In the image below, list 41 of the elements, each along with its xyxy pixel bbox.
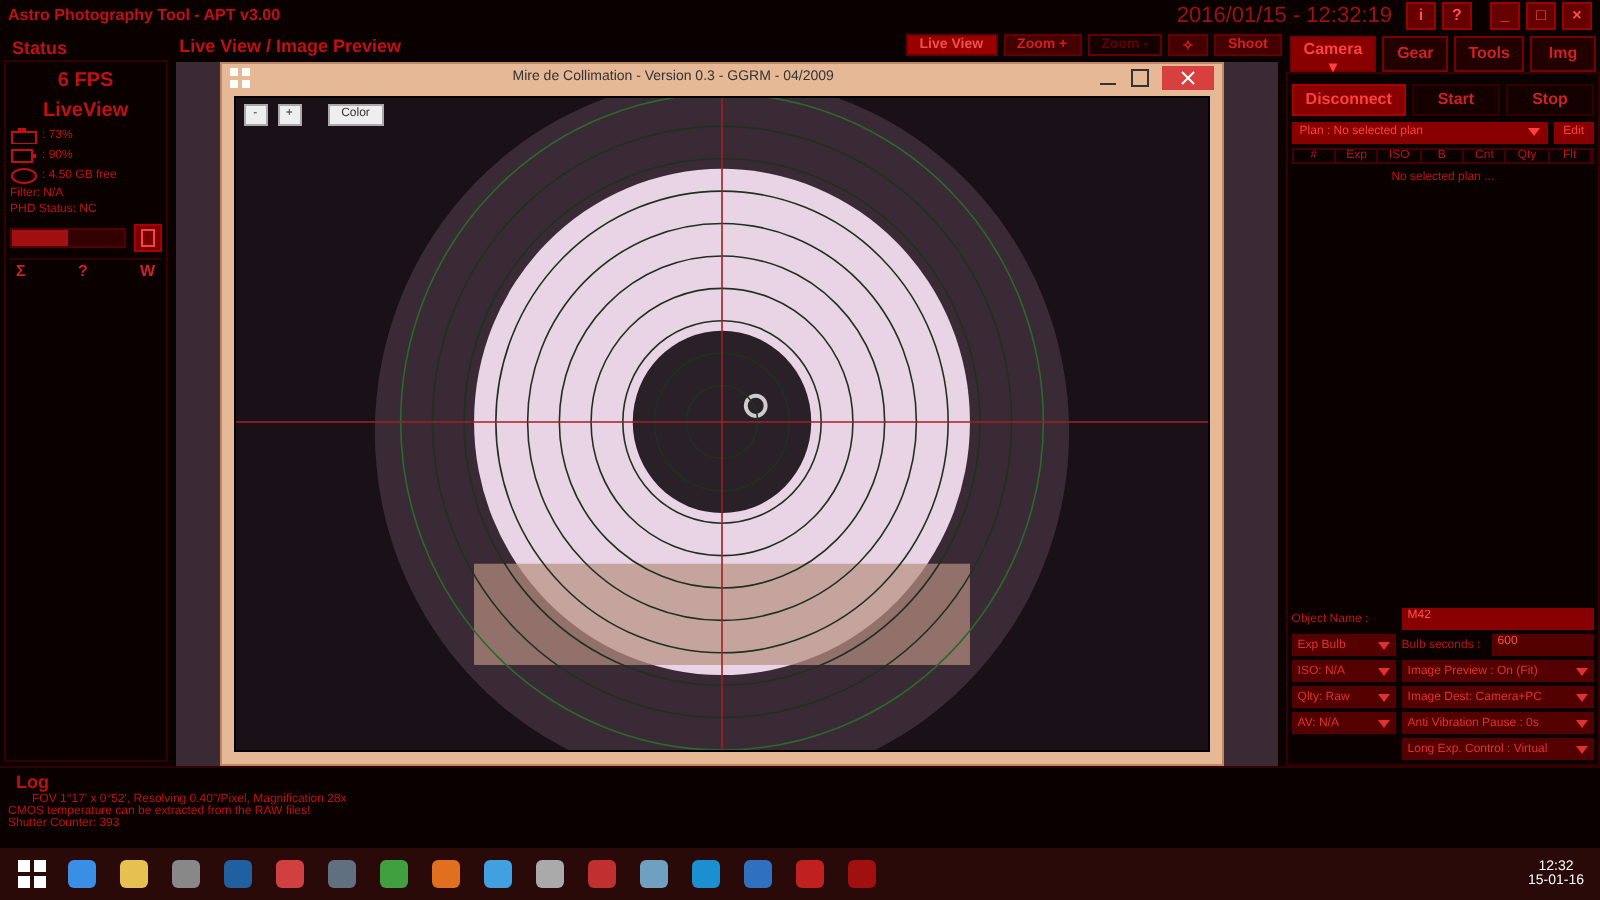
tool-button[interactable]: W — [134, 259, 162, 282]
caret-icon — [1377, 719, 1390, 728]
tab[interactable]: Camera ▾ — [1289, 35, 1377, 72]
battery-icon — [10, 147, 38, 164]
tab[interactable]: Tools — [1454, 35, 1524, 72]
panel-header: Live View / Image Preview — [177, 33, 403, 58]
window-button[interactable]: □ — [1526, 1, 1556, 30]
caret-icon — [1377, 641, 1390, 650]
fps-reading: 6 FPS — [55, 67, 116, 96]
panel-header: Log — [14, 770, 51, 793]
mode-label: LiveView — [40, 97, 131, 126]
caret-icon — [1576, 667, 1588, 676]
action-button[interactable]: Start — [1411, 83, 1500, 116]
window-button[interactable]: × — [1562, 1, 1592, 30]
tool-button[interactable]: Σ — [10, 259, 32, 282]
action-button[interactable]: Stop — [1505, 83, 1595, 116]
tab[interactable]: Img — [1529, 35, 1596, 72]
caret-icon — [1576, 693, 1588, 702]
disk-icon — [10, 167, 38, 184]
caret-icon — [1527, 128, 1540, 137]
app-icon — [229, 67, 250, 88]
app-title: Astro Photography Tool - APT v3.00 — [8, 6, 281, 25]
slider[interactable] — [10, 227, 126, 248]
caret-icon — [1576, 719, 1588, 728]
panel-header: Status — [10, 35, 70, 60]
close-button[interactable] — [1161, 65, 1214, 90]
tool-button[interactable]: ? — [71, 259, 94, 282]
maximize-icon[interactable] — [1129, 67, 1150, 88]
square-icon — [139, 227, 156, 248]
tab[interactable]: Gear — [1382, 35, 1449, 72]
windows-logo-icon[interactable] — [16, 858, 48, 891]
date-time: 2016/01/15 - 12:32:19 — [1176, 3, 1392, 28]
window-button[interactable]: i — [1406, 1, 1436, 30]
caret-icon — [1377, 693, 1390, 702]
slider-button[interactable] — [133, 223, 162, 252]
caret-icon — [1377, 667, 1390, 676]
action-button[interactable]: Disconnect — [1291, 83, 1406, 116]
window-button[interactable]: _ — [1490, 1, 1520, 30]
caret-icon — [1576, 745, 1588, 754]
close-icon — [1179, 69, 1196, 86]
window-button[interactable]: ? — [1442, 1, 1472, 30]
